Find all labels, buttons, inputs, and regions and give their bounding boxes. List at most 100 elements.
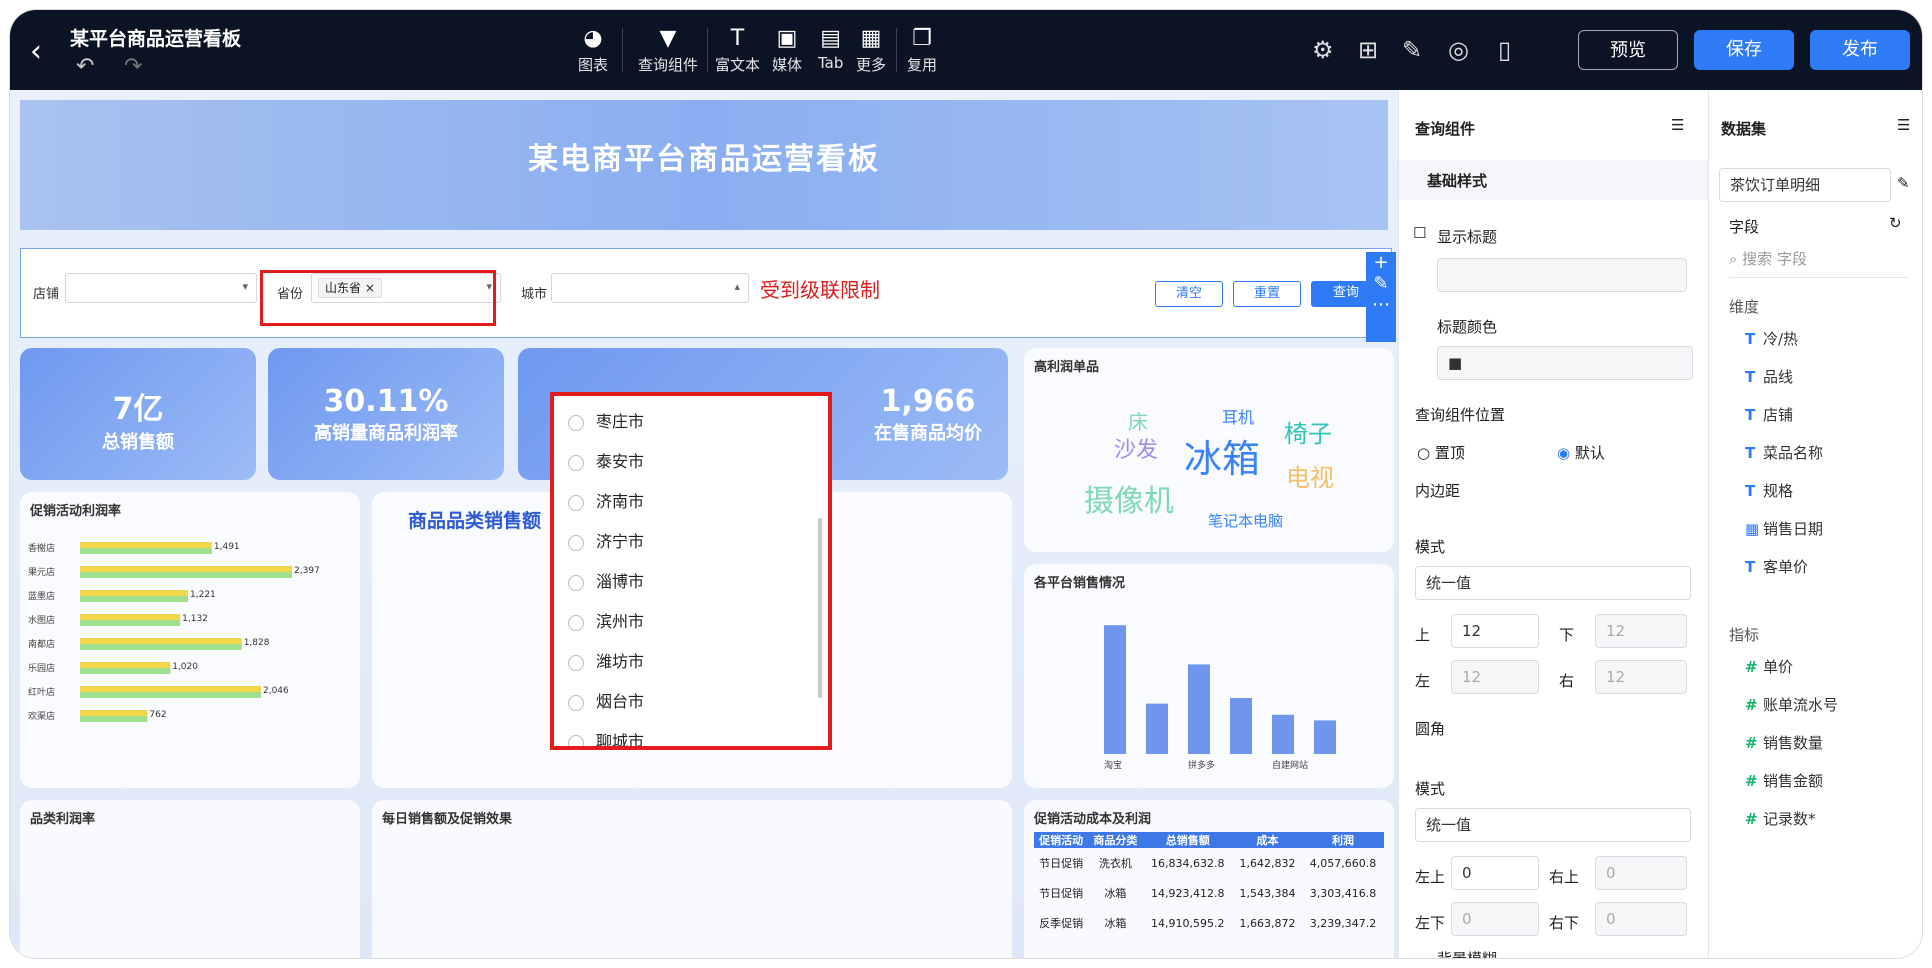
bar — [1104, 625, 1126, 754]
list-item[interactable]: 济宁市 — [568, 528, 644, 564]
field-item[interactable]: # 销售金额 — [1745, 770, 1823, 791]
field-item[interactable]: T 菜品名称 — [1745, 442, 1823, 463]
mobile-icon[interactable]: ▯ — [1498, 36, 1511, 64]
list-item[interactable]: 淄博市 — [568, 568, 644, 604]
bar — [80, 590, 189, 596]
preview-button[interactable]: 预览 — [1578, 30, 1678, 70]
bar — [80, 662, 171, 668]
top-toolbar: ‹ 某平台商品运营看板 ↶ ↷ ◕ 图表 ▼ 查询组件 T 富文本 ▣ 媒体 ▤ Tab … — [10, 10, 1922, 90]
reset-button[interactable]: 重置 — [1233, 281, 1301, 307]
tick-label: 南都店 — [28, 638, 55, 650]
list-item[interactable]: 烟台市 — [568, 688, 644, 724]
query-component[interactable]: 店铺 ▾ 省份 山东省 × ▾ 城市 ▴ 清空 重置 查询 — [20, 248, 1392, 338]
dataset-select[interactable]: 茶饮订单明细 — [1719, 168, 1891, 202]
palette-icon[interactable]: ✎ — [1402, 36, 1422, 64]
list-item[interactable]: 济南市 — [568, 488, 644, 524]
tool-reuse[interactable]: ❐ 复用 — [907, 24, 937, 75]
layout-icon[interactable]: ⊞ — [1358, 36, 1378, 64]
chevron-down-icon: ▾ — [242, 280, 248, 293]
tick-label: 欢渠店 — [28, 710, 55, 722]
list-item[interactable]: 聊城市 — [568, 728, 644, 746]
collapse-icon[interactable]: ☰ — [1671, 116, 1684, 134]
collapse-icon[interactable]: ☰ — [1897, 116, 1910, 134]
field-item[interactable]: # 销售数量 — [1745, 732, 1823, 753]
city-select[interactable]: ▴ — [551, 273, 749, 303]
bar — [80, 644, 242, 650]
padding-left-input[interactable]: 12 — [1451, 660, 1539, 694]
field-search-input[interactable]: ⌕ 搜索 字段 — [1729, 248, 1909, 278]
clear-button[interactable]: 清空 — [1155, 281, 1223, 307]
top-products-card: 高利润单品 冰箱 摄像机 椅子 沙发 电视 床 耳机 笔记本电脑 — [1024, 348, 1394, 552]
field-item[interactable]: # 单价 — [1745, 656, 1793, 677]
save-button[interactable]: 保存 — [1694, 30, 1794, 70]
padding-right-input[interactable]: 12 — [1595, 660, 1687, 694]
list-item[interactable]: 滨州市 — [568, 608, 644, 644]
tick-label: 水图店 — [28, 614, 55, 626]
promo-cost-card: 促销活动成本及利润 促销活动 商品分类 总销售额 成本 利润 节日促销 洗衣机 16,834… — [1024, 800, 1394, 958]
data-label: 2,397 — [294, 566, 320, 576]
title-color-picker[interactable]: ■ — [1437, 346, 1693, 380]
tick-label: 拼多多 — [1188, 759, 1215, 771]
cascade-annotation: 受到级联限制 — [760, 278, 880, 302]
radius-tl-input[interactable]: 0 — [1451, 856, 1539, 890]
tick-label: 自建网站 — [1272, 759, 1308, 771]
title-input[interactable] — [1437, 258, 1687, 292]
list-item[interactable]: 泰安市 — [568, 448, 644, 484]
city-dropdown[interactable]: 枣庄市 泰安市 济南市 济宁市 淄博市 滨州市 潍坊市 烟台市 聊城市 — [550, 392, 832, 750]
back-icon[interactable]: ‹ — [30, 34, 42, 69]
publish-button[interactable]: 发布 — [1810, 30, 1910, 70]
grid-icon: ▦ — [860, 26, 882, 51]
padding-top-input[interactable]: 12 — [1451, 614, 1539, 648]
radius-br-input[interactable]: 0 — [1595, 902, 1687, 936]
field-item[interactable]: # 记录数* — [1745, 808, 1816, 829]
bar — [80, 692, 261, 698]
promo-margin-card: 促销活动利润率 香榭店 1,491 果元店 2,397 蓝墨店 1,221 水图店 1,132… — [20, 492, 360, 788]
redo-icon[interactable]: ↷ — [124, 54, 142, 79]
field-item[interactable]: T 店铺 — [1745, 404, 1793, 425]
settings-icon[interactable]: ⚙ — [1312, 36, 1334, 64]
radius-mode-select[interactable]: 统一值 — [1415, 808, 1691, 842]
tool-more[interactable]: ▦ 更多 — [856, 24, 886, 75]
shop-select[interactable]: ▾ — [65, 273, 257, 303]
hide-icon[interactable]: ◎ — [1448, 36, 1469, 64]
dashboard-banner: 某电商平台商品运营看板 — [20, 100, 1388, 230]
bar — [80, 716, 148, 722]
field-item[interactable]: # 账单流水号 — [1745, 694, 1838, 715]
refresh-icon[interactable]: ↻ — [1889, 214, 1902, 232]
list-item[interactable]: 潍坊市 — [568, 648, 644, 684]
tool-richtext[interactable]: T 富文本 — [715, 24, 760, 75]
bar — [80, 686, 261, 692]
daily-sales-card: 每日销售额及促销效果 — [372, 800, 1012, 958]
tool-chart[interactable]: ◕ 图表 — [578, 24, 608, 75]
show-title-checkbox[interactable]: ☐ — [1413, 224, 1426, 242]
filter-icon: ▼ — [659, 26, 677, 51]
list-item[interactable]: 枣庄市 — [568, 408, 644, 444]
radius-bl-input[interactable]: 0 — [1451, 902, 1539, 936]
data-label: 1,491 — [214, 542, 240, 552]
component-actions[interactable]: + ✎ ⋯ — [1366, 252, 1396, 342]
pos-default-radio[interactable]: ◉ 默认 — [1557, 442, 1605, 463]
city-label: 城市 — [521, 287, 548, 302]
field-item[interactable]: T 客单价 — [1745, 556, 1808, 577]
edit-icon[interactable]: ✎ — [1897, 174, 1910, 192]
tool-tab[interactable]: ▤ Tab — [818, 24, 843, 72]
field-item[interactable]: T 规格 — [1745, 480, 1793, 501]
padding-mode-select[interactable]: 统一值 — [1415, 566, 1691, 600]
data-label: 2,046 — [263, 686, 289, 696]
bar — [80, 596, 189, 602]
pos-top-radio[interactable]: ○ 置顶 — [1417, 442, 1465, 463]
tick-label: 红叶店 — [28, 686, 55, 698]
tab-icon: ▤ — [820, 26, 842, 51]
scrollbar[interactable] — [818, 518, 822, 698]
padding-bottom-input[interactable]: 12 — [1595, 614, 1687, 648]
undo-icon[interactable]: ↶ — [76, 54, 94, 79]
tool-query[interactable]: ▼ 查询组件 — [638, 24, 698, 75]
bar — [1314, 720, 1336, 754]
tool-media[interactable]: ▣ 媒体 — [772, 24, 802, 75]
data-label: 1,221 — [190, 590, 216, 600]
radius-tr-input[interactable]: 0 — [1595, 856, 1687, 890]
field-item[interactable]: ▦ 销售日期 — [1745, 518, 1823, 539]
field-item[interactable]: T 冷/热 — [1745, 328, 1798, 349]
field-item[interactable]: T 品线 — [1745, 366, 1793, 387]
tick-label: 乐园店 — [28, 662, 55, 674]
